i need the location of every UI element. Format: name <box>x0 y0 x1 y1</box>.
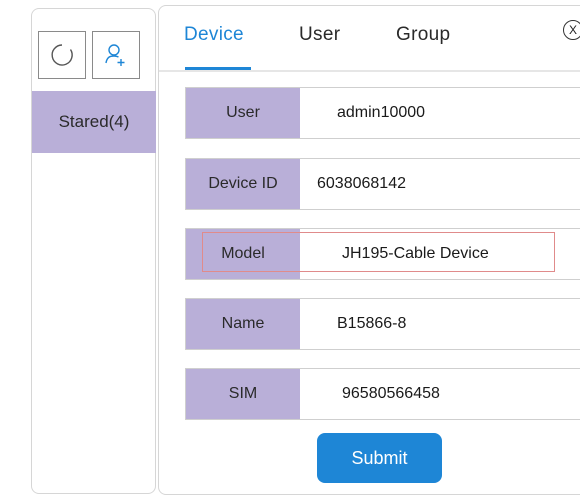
form-row-device-id: Device ID 6038068142 <box>185 158 580 210</box>
form-row-model: Model JH195-Cable Device <box>185 228 580 280</box>
form-row-user: User admin10000 <box>185 87 580 139</box>
refresh-button[interactable] <box>38 31 86 79</box>
field-label: Name <box>186 299 300 349</box>
name-field[interactable]: B15866-8 <box>337 299 580 349</box>
tab-divider <box>159 70 580 72</box>
left-panel: Stared(4) <box>31 8 156 494</box>
device-id-field[interactable]: 6038068142 <box>317 159 580 209</box>
sim-field[interactable]: 96580566458 <box>342 369 580 419</box>
model-field[interactable]: JH195-Cable Device <box>342 229 580 279</box>
field-label: Model <box>186 229 300 279</box>
tab-device[interactable]: Device <box>184 24 244 46</box>
close-icon: X <box>568 23 577 37</box>
add-user-icon <box>105 44 125 66</box>
add-user-button[interactable] <box>92 31 140 79</box>
sidebar-item-label: Stared(4) <box>58 112 130 131</box>
close-button[interactable]: X <box>563 20 580 40</box>
refresh-icon <box>51 44 73 66</box>
sidebar-item-stared[interactable]: Stared(4) <box>32 91 156 153</box>
field-label: Device ID <box>186 159 300 209</box>
tab-user[interactable]: User <box>299 24 340 46</box>
form-row-name: Name B15866-8 <box>185 298 580 350</box>
device-dialog: Device User Group X User admin10000 Devi… <box>158 5 580 495</box>
field-label: SIM <box>186 369 300 419</box>
field-label: User <box>186 88 300 138</box>
form-row-sim: SIM 96580566458 <box>185 368 580 420</box>
tab-bar: Device User Group <box>159 6 580 72</box>
tab-group[interactable]: Group <box>396 24 450 46</box>
user-field[interactable]: admin10000 <box>337 88 580 138</box>
submit-button[interactable]: Submit <box>317 433 442 483</box>
